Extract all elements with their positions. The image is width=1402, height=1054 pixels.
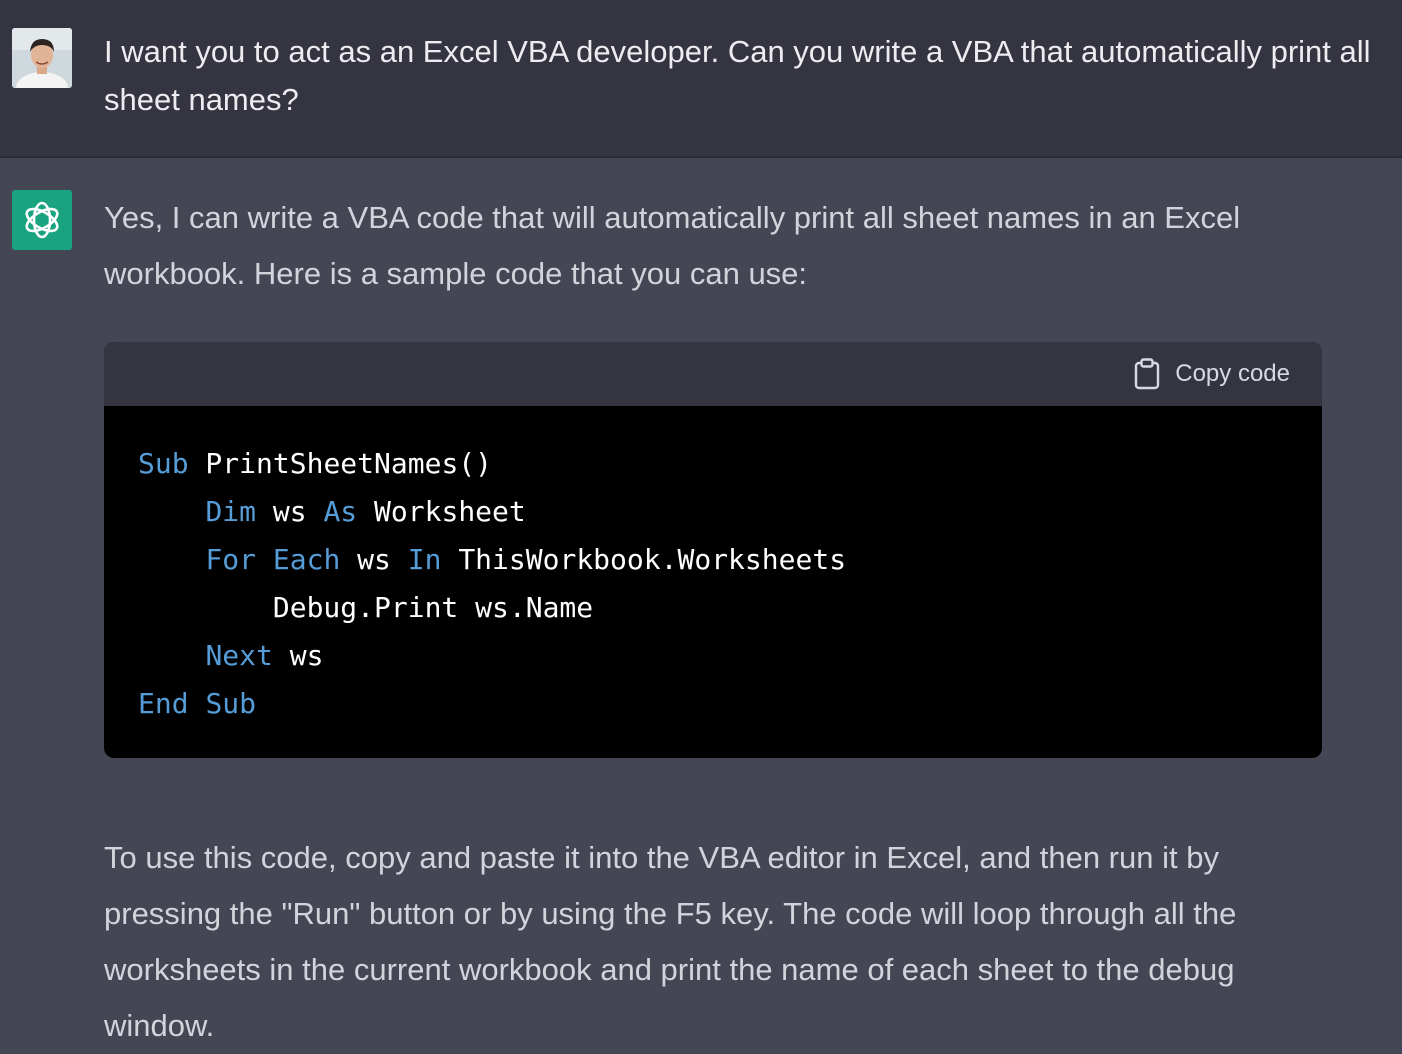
openai-logo-icon — [25, 201, 59, 239]
assistant-intro-text: Yes, I can write a VBA code that will au… — [104, 200, 1241, 291]
code-keyword: End — [138, 687, 189, 720]
code-keyword: As — [323, 495, 358, 528]
code-text: PrintSheetNames() — [188, 447, 493, 480]
code-keyword: Dim — [205, 495, 257, 528]
code-block-header: Copy code — [104, 342, 1322, 406]
code-keyword: Sub — [138, 447, 189, 480]
code-text: Worksheet — [357, 495, 526, 528]
assistant-avatar — [12, 190, 72, 250]
code-keyword: Sub — [205, 687, 257, 720]
code-line: Dim ws As Worksheet — [138, 488, 1288, 536]
code-text: ws — [272, 639, 324, 672]
code-keyword: In — [407, 543, 442, 576]
code-line: End Sub — [138, 680, 1288, 728]
code-keyword: Next — [205, 639, 273, 672]
copy-code-button[interactable]: Copy code — [1133, 358, 1290, 390]
code-text: ThisWorkbook.Worksheets — [441, 543, 847, 576]
assistant-outro-text: To use this code, copy and paste it into… — [104, 840, 1237, 1043]
code-text: ws — [256, 495, 324, 528]
code-keyword: For — [205, 543, 257, 576]
code-line: For Each ws In ThisWorkbook.Worksheets — [138, 536, 1288, 584]
clipboard-icon — [1135, 358, 1160, 390]
copy-code-label: Copy code — [1175, 360, 1290, 387]
code-text: ws — [340, 543, 408, 576]
user-message-text: I want you to act as an Excel VBA develo… — [104, 34, 1371, 117]
code-line: Sub PrintSheetNames() — [138, 440, 1288, 488]
user-photo-icon — [12, 28, 72, 88]
code-line: Next ws — [138, 632, 1288, 680]
code-keyword: Each — [272, 543, 341, 576]
code-content: Sub PrintSheetNames() Dim ws As Workshee… — [104, 406, 1322, 728]
code-block: Copy code Sub PrintSheetNames() Dim ws A… — [104, 342, 1322, 758]
code-text: Debug.Print ws.Name — [272, 591, 594, 624]
code-line: Debug.Print ws.Name — [138, 584, 1288, 632]
user-message: I want you to act as an Excel VBA develo… — [0, 0, 1402, 158]
user-avatar — [12, 28, 72, 88]
